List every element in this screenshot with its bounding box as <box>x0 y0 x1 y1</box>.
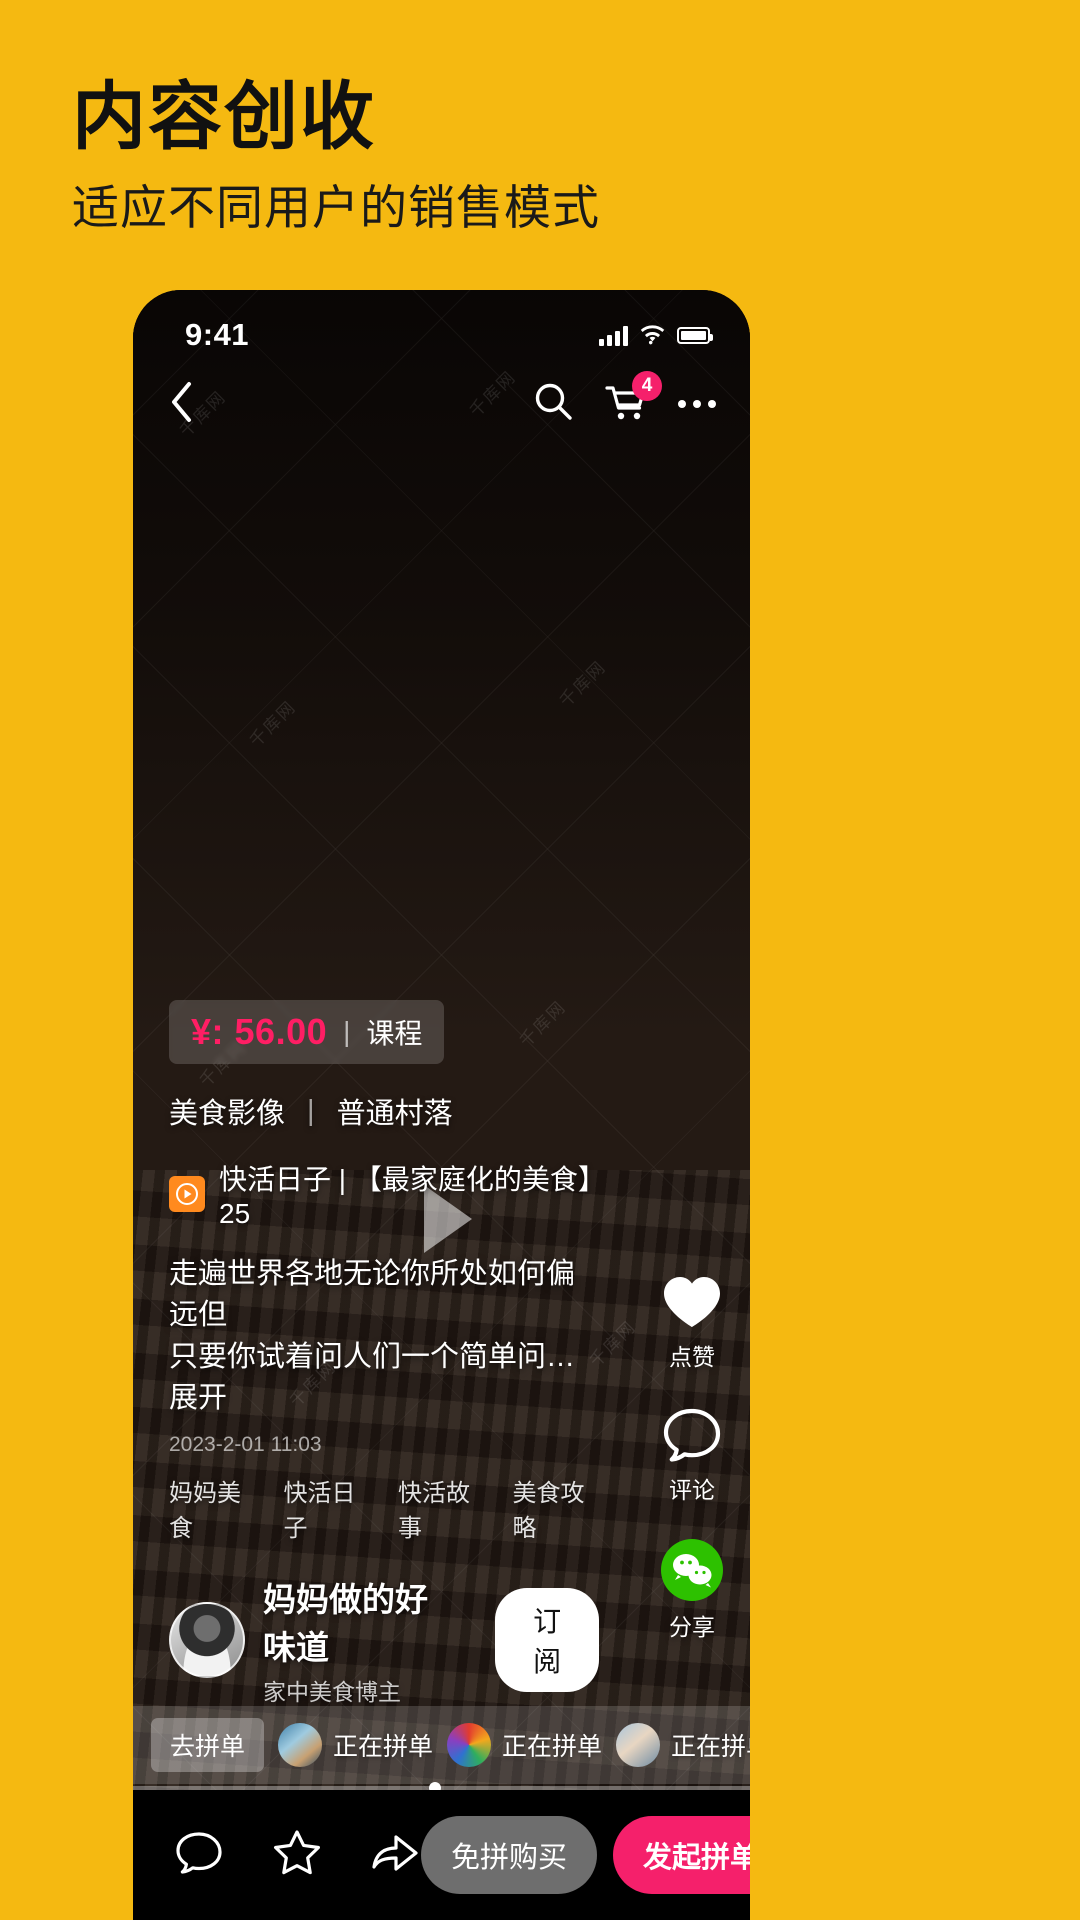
speech-bubble-icon <box>176 1831 222 1874</box>
publish-timestamp: 2023-2-01 11:03 <box>169 1433 322 1456</box>
share-arrow-icon <box>372 1834 418 1871</box>
video-info-overlay: ¥: 56.00 | 课程 美食影像 | 普通村落 快活日子 | 【最家庭化的美… <box>169 1000 599 1707</box>
page-title: 内容创收 <box>72 75 376 158</box>
back-button[interactable] <box>169 381 193 428</box>
user-avatar <box>447 1723 492 1767</box>
cart-badge: 4 <box>632 370 662 401</box>
go-group-buy-button[interactable]: 去拼单 <box>151 1718 265 1772</box>
start-group-buy-button[interactable]: 发起拼单 <box>613 1816 750 1894</box>
group-buy-item[interactable]: 正在拼单 <box>447 1723 602 1767</box>
description-line: 走遍世界各地无论你所处如何偏远但 <box>169 1258 576 1332</box>
phone-mockup: 千库网 千库网 千库网 千库网 千库网 千库网 千库网 千库网 9:41 <box>133 290 750 1920</box>
wechat-icon <box>661 1539 723 1601</box>
series-row[interactable]: 快活日子 | 【最家庭化的美食】25 <box>169 1158 599 1230</box>
nav-right-group: 4 <box>532 370 716 428</box>
series-title: 快活日子 | 【最家庭化的美食】25 <box>219 1164 592 1230</box>
share-label: 分享 <box>669 1614 715 1640</box>
cart-button[interactable]: 4 <box>604 370 662 428</box>
play-circle-icon <box>169 1176 205 1213</box>
bottom-action-bar: 免拼购买 发起拼单 <box>133 1790 750 1920</box>
poster-heading-block: 内容创收 适应不同用户的销售模式 <box>72 78 972 233</box>
group-buy-label: 正在拼单 <box>333 1733 434 1761</box>
author-row: 妈妈做的好味道 家中美食博主 订阅 <box>169 1573 599 1707</box>
subscribe-button[interactable]: 订阅 <box>495 1588 599 1692</box>
share-bar-button[interactable] <box>369 1829 421 1882</box>
price-badge[interactable]: ¥: 56.00 | 课程 <box>169 1000 445 1065</box>
comment-icon <box>663 1408 721 1462</box>
user-avatar <box>616 1723 661 1767</box>
author-name: 妈妈做的好味道 <box>263 1581 428 1666</box>
search-icon <box>535 383 572 420</box>
favorite-button[interactable] <box>271 1828 323 1883</box>
chevron-left-icon <box>172 381 191 422</box>
more-button[interactable] <box>678 400 716 408</box>
comment-label: 评论 <box>669 1477 715 1503</box>
hashtag-row: 妈妈美食 快活日子 快活故事 美食攻略 <box>169 1473 599 1543</box>
wifi-icon <box>640 324 665 344</box>
group-buy-item[interactable]: 正在拼单 <box>616 1723 750 1767</box>
group-buy-item[interactable]: 正在拼单 <box>278 1723 433 1767</box>
comment-button[interactable]: 评论 <box>661 1406 723 1505</box>
comment-bar-button[interactable] <box>173 1829 225 1882</box>
category-item[interactable]: 美食影像 <box>169 1090 285 1132</box>
category-row: 美食影像 | 普通村落 <box>169 1090 599 1132</box>
description-line: 只要你试着问人们一个简单问…展开 <box>169 1340 576 1414</box>
hashtag-item[interactable]: 美食攻略 <box>513 1473 600 1543</box>
bottom-icon-group <box>155 1828 421 1883</box>
price-value: ¥: 56.00 <box>191 1011 328 1053</box>
heart-icon <box>664 1277 720 1327</box>
status-bar-icons <box>599 324 713 346</box>
group-buy-label: 正在拼单 <box>671 1733 750 1761</box>
action-rail: 点赞 评论 分享 <box>660 1273 724 1642</box>
status-bar: 9:41 <box>133 290 750 364</box>
group-buy-strip: 去拼单 正在拼单 正在拼单 正在拼单 <box>133 1706 750 1784</box>
page-subtitle: 适应不同用户的销售模式 <box>72 180 600 234</box>
more-horizontal-icon <box>678 400 686 408</box>
avatar[interactable] <box>169 1602 245 1678</box>
user-avatar <box>278 1723 323 1767</box>
search-button[interactable] <box>532 381 574 428</box>
price-type-label: 课程 <box>366 1018 423 1050</box>
category-divider: | <box>307 1094 315 1127</box>
signal-bars-icon <box>599 325 628 346</box>
hashtag-item[interactable]: 妈妈美食 <box>169 1473 256 1543</box>
share-button[interactable]: 分享 <box>661 1539 723 1642</box>
free-buy-button[interactable]: 免拼购买 <box>421 1816 598 1894</box>
price-divider: | <box>343 1016 351 1048</box>
star-icon <box>274 1829 320 1874</box>
like-button[interactable]: 点赞 <box>660 1273 724 1372</box>
status-bar-time: 9:41 <box>185 317 250 352</box>
hashtag-item[interactable]: 快活日子 <box>284 1473 371 1543</box>
author-role: 家中美食博主 <box>263 1679 401 1705</box>
category-item[interactable]: 普通村落 <box>337 1090 453 1132</box>
like-label: 点赞 <box>669 1344 715 1370</box>
video-description[interactable]: 走遍世界各地无论你所处如何偏远但 只要你试着问人们一个简单问…展开 <box>169 1254 601 1419</box>
author-text-block: 妈妈做的好味道 家中美食博主 <box>263 1573 459 1707</box>
group-buy-label: 正在拼单 <box>502 1733 603 1761</box>
battery-icon <box>677 326 713 344</box>
nav-bar: 4 <box>133 368 750 440</box>
hashtag-item[interactable]: 快活故事 <box>398 1473 485 1543</box>
